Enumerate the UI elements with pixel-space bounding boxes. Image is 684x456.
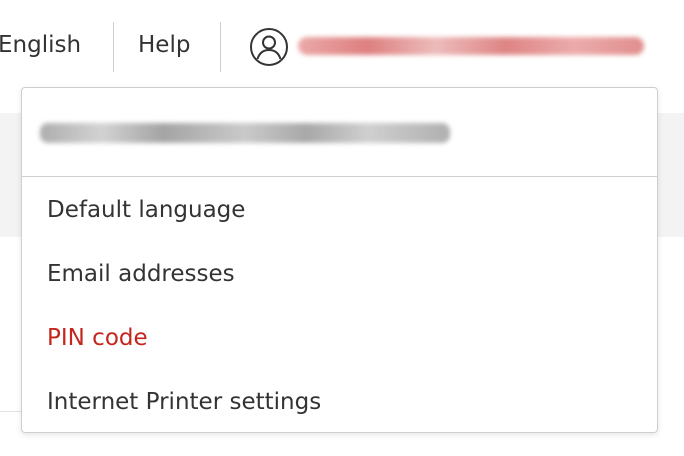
menu-item-pin-code[interactable]: PIN code: [47, 323, 148, 353]
nav-divider: [113, 22, 114, 72]
account-dropdown-menu: Default language Email addresses PIN cod…: [21, 87, 658, 433]
menu-item-internet-printer-settings[interactable]: Internet Printer settings: [47, 387, 321, 417]
user-name-redacted[interactable]: [298, 37, 644, 55]
language-link[interactable]: English: [0, 30, 81, 60]
account-name-redacted: [40, 123, 450, 143]
dropdown-header: [22, 88, 657, 177]
help-link[interactable]: Help: [138, 30, 190, 60]
menu-item-default-language[interactable]: Default language: [47, 195, 245, 225]
nav-divider: [220, 22, 221, 72]
page: English Help Default language Email addr…: [0, 0, 684, 456]
user-circle-icon[interactable]: [249, 27, 289, 67]
top-navigation: English Help: [0, 0, 684, 90]
menu-item-email-addresses[interactable]: Email addresses: [47, 259, 235, 289]
